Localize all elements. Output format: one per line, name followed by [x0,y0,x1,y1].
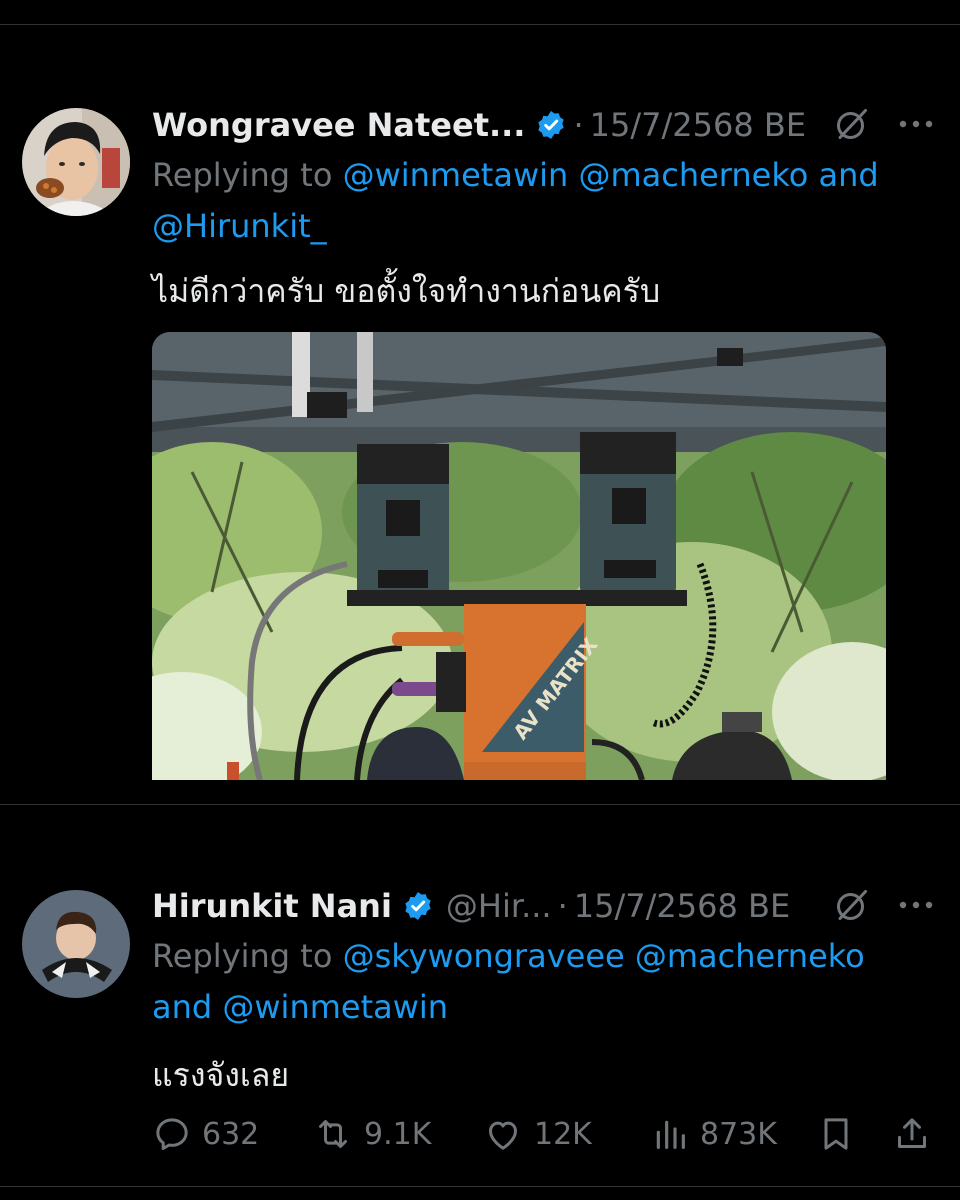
grok-icon[interactable] [832,885,872,925]
bookmark-button[interactable] [816,1110,856,1158]
avatar[interactable] [22,890,130,998]
repost-button[interactable]: 9.1K [312,1110,431,1158]
mention-link[interactable]: @macherneko [635,937,865,975]
tweet-text: ไม่ดีกว่าครับ ขอตั้งใจทำงานก่อนครับ [152,272,661,310]
like-button[interactable]: 12K [482,1110,592,1158]
separator-dot: · [573,106,584,144]
bookmark-icon [824,1118,848,1150]
more-icon[interactable] [896,104,936,144]
tweet-divider [0,804,960,805]
timestamp[interactable]: 15/7/2568 BE [574,887,790,925]
timestamp[interactable]: 15/7/2568 BE [590,106,806,144]
mention-link[interactable]: @winmetawin [222,988,448,1026]
tweet-text: แรงจังเลย [152,1056,290,1094]
bottom-divider [0,1186,960,1187]
share-button[interactable] [892,1110,932,1158]
views-icon [656,1120,685,1149]
replying-to: Replying to @winmetawin @macherneko and … [152,150,932,252]
reply-button[interactable]: 632 [152,1110,259,1158]
replying-prefix: Replying to [152,156,333,194]
verified-badge-icon [402,890,434,922]
repost-icon [319,1120,347,1148]
views-count: 873K [700,1116,777,1152]
tweet-actions: 632 9.1K 12K 873K [152,1110,932,1158]
reply-icon [156,1118,188,1150]
like-icon [489,1121,517,1150]
replying-prefix: Replying to [152,937,333,975]
repost-count: 9.1K [364,1116,432,1152]
mention-link[interactable]: @winmetawin [343,156,569,194]
mention-link[interactable]: @Hirunkit_ [152,207,327,245]
display-name[interactable]: Hirunkit Nani [152,887,392,925]
separator-dot: · [557,887,568,925]
user-handle[interactable]: @Hir... [446,887,552,925]
tweet-header: Hirunkit Nani @Hir... · 15/7/2568 BE [152,881,790,931]
mention-link[interactable]: @macherneko [578,156,808,194]
verified-badge-icon [535,109,567,141]
replying-and: and [152,988,213,1026]
replying-and: and [818,156,879,194]
reply-count: 632 [202,1116,260,1152]
replying-to: Replying to @skywongraveee @macherneko a… [152,931,932,1033]
share-icon [898,1118,926,1148]
grok-icon[interactable] [832,104,872,144]
tweet-media-image[interactable]: AV MATRIX [152,332,886,780]
like-count: 12K [534,1116,592,1152]
more-icon[interactable] [896,885,936,925]
top-divider [0,24,960,25]
tweet-header: Wongravee Nateet... · 15/7/2568 BE [152,100,806,150]
views-button[interactable]: 873K [650,1110,777,1158]
avatar[interactable] [22,108,130,216]
display-name[interactable]: Wongravee Nateet... [152,106,525,144]
mention-link[interactable]: @skywongraveee [343,937,625,975]
